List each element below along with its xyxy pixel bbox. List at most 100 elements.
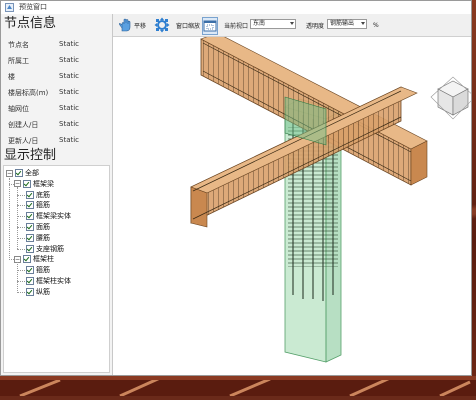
checkbox[interactable] xyxy=(26,233,34,242)
tree-item-leaf[interactable]: 纵筋 xyxy=(26,287,50,298)
rotate-icon xyxy=(154,17,170,33)
opacity-select-value: 钢筋输出 xyxy=(330,20,355,27)
tree-label: 全部 xyxy=(25,169,39,177)
tree-connector xyxy=(17,237,25,239)
checkbox[interactable] xyxy=(26,277,34,285)
node-info-title: 节点信息 xyxy=(4,16,57,31)
tree-label: 面筋 xyxy=(36,223,50,231)
display-tree[interactable]: − 全部 − 框架梁 底筋 箍筋 框架梁实体 面筋 腰筋 支座钢筋 − 框架柱 箍筋 框架柱实体 纵筋 xyxy=(3,165,110,373)
property-row: 更新人/日 Static xyxy=(4,133,110,149)
tree-label: 纵筋 xyxy=(36,287,50,296)
model-canvas xyxy=(190,37,471,363)
pan-icon xyxy=(119,18,131,32)
tree-item-root[interactable]: − 全部 xyxy=(6,168,39,179)
property-key: 楼层标高(m) xyxy=(8,89,49,97)
tree-label: 箍筋 xyxy=(36,201,50,210)
checkbox[interactable] xyxy=(26,201,34,210)
window-zoom-icon-button[interactable] xyxy=(202,17,218,35)
checkbox[interactable] xyxy=(15,169,23,177)
checkbox[interactable] xyxy=(26,190,34,199)
checkbox[interactable] xyxy=(26,287,34,296)
view-select-value: 东南 xyxy=(253,20,266,27)
property-value: Static xyxy=(59,72,80,80)
window-title: 预览窗口 xyxy=(19,3,47,11)
tree-connector xyxy=(17,262,18,293)
tree-label: 底筋 xyxy=(36,190,50,199)
tree-item-group[interactable]: − 框架梁 xyxy=(14,179,54,190)
property-row: 创建人/日 Static xyxy=(4,117,110,133)
pan-button[interactable]: 平移 xyxy=(117,16,146,34)
checkbox[interactable] xyxy=(26,223,34,231)
checkbox[interactable] xyxy=(26,212,34,221)
property-row: 轴网位 Static xyxy=(4,101,110,117)
checkbox[interactable] xyxy=(26,244,34,253)
tree-label: 腰筋 xyxy=(36,233,50,242)
checkbox[interactable] xyxy=(26,266,34,275)
tree-label: 框架柱实体 xyxy=(36,277,71,285)
tree-label: 箍筋 xyxy=(36,266,50,275)
tree-label: 支座钢筋 xyxy=(36,244,64,253)
tree-label: 框架柱 xyxy=(33,255,54,264)
property-key: 节点名 xyxy=(8,41,29,49)
tree-item-leaf[interactable]: 框架柱实体 xyxy=(26,276,71,287)
checkbox[interactable] xyxy=(23,255,31,264)
property-value: Static xyxy=(59,88,80,96)
tree-item-leaf[interactable]: 腰筋 xyxy=(26,233,50,244)
tree-item-leaf[interactable]: 支座钢筋 xyxy=(26,244,64,255)
property-row: 所属工 Static xyxy=(4,53,110,69)
tree-item-leaf[interactable]: 箍筋 xyxy=(26,200,50,211)
property-value: Static xyxy=(59,56,80,64)
viewport-toolbar: 平移 窗口缩放 当前视口 东南 透明度 钢筋输出 % xyxy=(113,14,471,37)
tree-connector xyxy=(9,178,10,258)
opacity-select[interactable]: 钢筋输出 xyxy=(327,19,367,29)
tree-item-leaf[interactable]: 箍筋 xyxy=(26,265,50,276)
window-zoom-icon xyxy=(203,20,217,32)
rotate-button[interactable] xyxy=(154,16,170,34)
property-key: 楼 xyxy=(8,73,15,81)
checkbox[interactable] xyxy=(23,179,31,188)
property-value: Static xyxy=(59,40,80,48)
tree-label: 框架梁实体 xyxy=(36,212,71,221)
tree-item-group[interactable]: − 框架柱 xyxy=(14,254,54,265)
tree-connector xyxy=(17,281,25,282)
display-control-title: 显示控制 xyxy=(4,148,57,163)
property-row: 楼 Static xyxy=(4,69,110,85)
app-icon xyxy=(5,3,14,12)
view-label-wrap: 当前视口 xyxy=(223,16,248,34)
opacity-label-wrap: 透明度 xyxy=(305,16,324,34)
view-label: 当前视口 xyxy=(224,22,249,30)
tree-connector xyxy=(17,270,25,272)
opacity-unit: % xyxy=(373,21,379,29)
desktop-strip xyxy=(0,376,476,398)
property-key: 创建人/日 xyxy=(8,121,39,129)
collapse-icon[interactable]: − xyxy=(6,169,13,177)
title-bar: 预览窗口 xyxy=(1,1,471,15)
tree-item-leaf[interactable]: 框架梁实体 xyxy=(26,211,71,222)
tree-connector xyxy=(17,291,25,293)
3d-viewport[interactable] xyxy=(113,37,471,375)
opacity-unit-wrap: % xyxy=(372,16,379,34)
tree-label: 框架梁 xyxy=(33,179,54,188)
tree-item-leaf[interactable]: 底筋 xyxy=(26,190,50,201)
opacity-label: 透明度 xyxy=(306,22,325,30)
property-value: Static xyxy=(59,104,80,112)
tree-connector xyxy=(17,186,18,250)
view-select[interactable]: 东南 xyxy=(250,19,296,29)
tree-connector xyxy=(17,216,25,218)
view-cube-icon[interactable] xyxy=(430,76,471,120)
chevron-down-icon xyxy=(361,22,365,25)
property-key: 所属工 xyxy=(8,57,29,65)
tree-connector xyxy=(17,248,25,250)
left-panel: 节点信息 节点名 Static 所属工 Static 楼 Static 楼层标高(m) Sta… xyxy=(1,14,113,375)
tree-connector xyxy=(17,227,25,228)
tree-connector xyxy=(17,205,25,207)
property-value: Static xyxy=(59,136,80,144)
property-key: 更新人/日 xyxy=(8,137,39,145)
property-row: 楼层标高(m) Static xyxy=(4,85,110,101)
tree-item-leaf[interactable]: 面筋 xyxy=(26,222,50,233)
property-key: 轴网位 xyxy=(8,105,29,113)
property-row: 节点名 Static xyxy=(4,37,110,53)
window-zoom-button[interactable]: 窗口缩放 xyxy=(175,16,200,34)
property-value: Static xyxy=(59,120,80,128)
property-table: 节点名 Static 所属工 Static 楼 Static 楼层标高(m) Static 轴网… xyxy=(4,37,110,149)
